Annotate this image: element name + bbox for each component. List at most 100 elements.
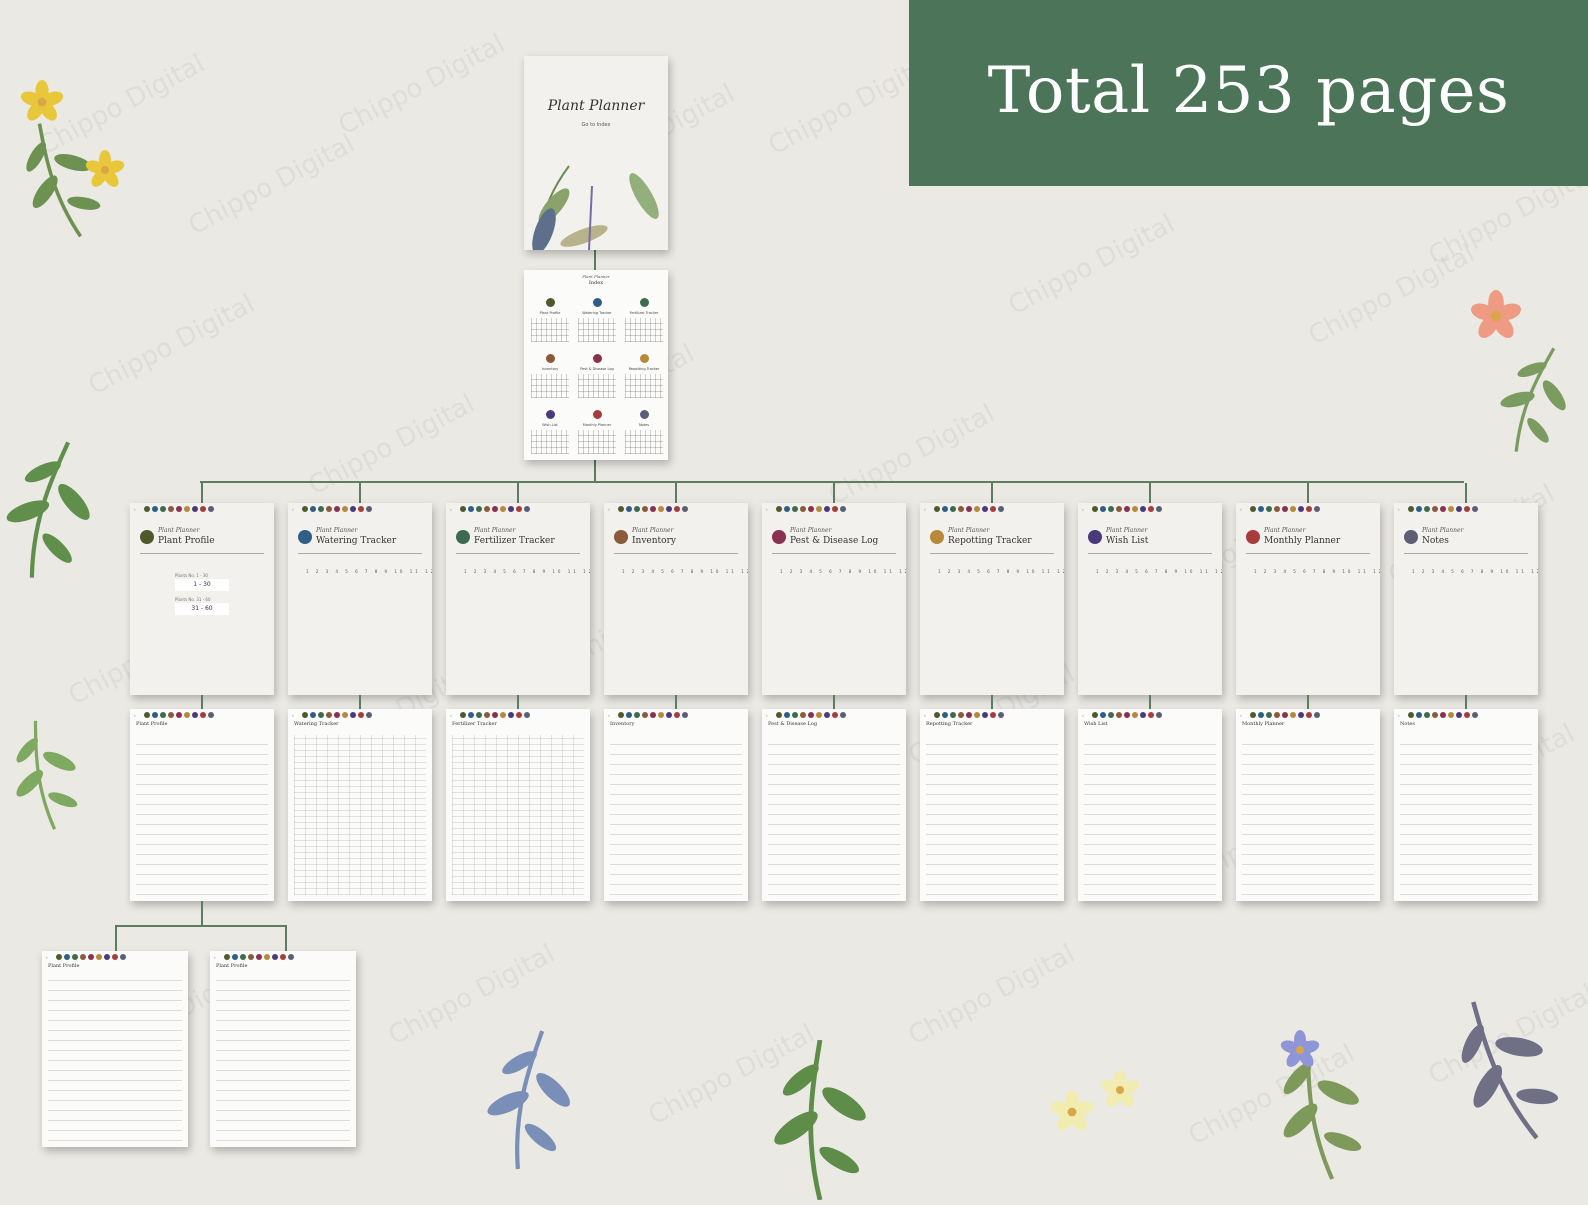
back-icon[interactable]: ‹ (450, 713, 452, 718)
nav-tab-notes-icon[interactable] (839, 712, 846, 718)
cover-subtitle[interactable]: Go to Index (524, 122, 668, 128)
month-links[interactable]: 1 2 3 4 5 6 7 8 9 10 11 12 (1096, 569, 1222, 574)
nav-tab-fertilizer-icon[interactable] (1107, 712, 1114, 718)
nav-tab-heart-icon[interactable] (981, 712, 988, 718)
back-icon[interactable]: ‹ (766, 507, 768, 512)
nav-tab-leaf-icon[interactable] (459, 712, 466, 718)
nav-tab-heart-icon[interactable] (1297, 506, 1304, 512)
nav-tab-heart-icon[interactable] (271, 954, 278, 960)
nav-tab-pot-icon[interactable] (499, 506, 506, 512)
nav-tab-inventory-icon[interactable] (1115, 506, 1122, 512)
nav-tab-calendar-icon[interactable] (357, 506, 364, 512)
nav-tab-water-drop-icon[interactable] (1415, 712, 1422, 718)
section-divider-page[interactable]: ‹ Plant Planner Fertilizer Tracker 1 2 3 4 … (446, 503, 590, 695)
nav-tab-notes-icon[interactable] (681, 506, 688, 512)
index-link-inventory[interactable]: Inventory (528, 348, 572, 400)
nav-tab-pot-icon[interactable] (1289, 712, 1296, 718)
nav-tab-water-drop-icon[interactable] (467, 712, 474, 718)
profile-detail-page[interactable]: ‹ Plant Profile (42, 951, 188, 1147)
nav-tab-heart-icon[interactable] (1139, 712, 1146, 718)
nav-tab-notes-icon[interactable] (1471, 712, 1478, 718)
nav-tab-pot-icon[interactable] (341, 506, 348, 512)
nav-tab-water-drop-icon[interactable] (1099, 506, 1106, 512)
nav-tab-bug-icon[interactable] (965, 712, 972, 718)
nav-tab-water-drop-icon[interactable] (625, 712, 632, 718)
nav-tab-pot-icon[interactable] (341, 712, 348, 718)
nav-tab-bug-icon[interactable] (649, 712, 656, 718)
nav-tab-bug-icon[interactable] (255, 954, 262, 960)
nav-tab-pot-icon[interactable] (973, 712, 980, 718)
form-grid[interactable] (216, 977, 350, 1141)
section-divider-page[interactable]: ‹ Plant Planner Wish List 1 2 3 4 5 6 7 8 9… (1078, 503, 1222, 695)
back-icon[interactable]: ‹ (608, 507, 610, 512)
back-icon[interactable]: ‹ (134, 507, 136, 512)
section-divider-page[interactable]: ‹ Plant Planner Repotting Tracker 1 2 3 4 5… (920, 503, 1064, 695)
table-grid[interactable] (1400, 735, 1532, 895)
nav-tab-fertilizer-icon[interactable] (633, 506, 640, 512)
nav-tab-heart-icon[interactable] (665, 712, 672, 718)
back-icon[interactable]: ‹ (292, 507, 294, 512)
nav-tab-pot-icon[interactable] (815, 506, 822, 512)
nav-tab-water-drop-icon[interactable] (309, 506, 316, 512)
nav-tab-leaf-icon[interactable] (617, 712, 624, 718)
nav-tab-water-drop-icon[interactable] (467, 506, 474, 512)
nav-tab-inventory-icon[interactable] (1273, 506, 1280, 512)
nav-tab-inventory-icon[interactable] (1273, 712, 1280, 718)
nav-tab-inventory-icon[interactable] (483, 506, 490, 512)
nav-tab-heart-icon[interactable] (349, 506, 356, 512)
back-icon[interactable]: ‹ (608, 713, 610, 718)
index-link-water-drop[interactable]: Watering Tracker (575, 292, 619, 344)
section-detail-page[interactable]: ‹ Fertilizer Tracker (446, 709, 590, 901)
nav-tab-calendar-icon[interactable] (1305, 506, 1312, 512)
nav-tab-leaf-icon[interactable] (223, 954, 230, 960)
nav-tab-inventory-icon[interactable] (1115, 712, 1122, 718)
nav-tab-calendar-icon[interactable] (831, 506, 838, 512)
nav-tab-calendar-icon[interactable] (1463, 712, 1470, 718)
nav-tab-heart-icon[interactable] (507, 506, 514, 512)
back-icon[interactable]: ‹ (46, 955, 48, 960)
nav-tab-pot-icon[interactable] (657, 506, 664, 512)
nav-tab-notes-icon[interactable] (997, 712, 1004, 718)
month-links[interactable]: 1 2 3 4 5 6 7 8 9 10 11 12 (938, 569, 1064, 574)
back-icon[interactable]: ‹ (1240, 713, 1242, 718)
nav-tab-notes-icon[interactable] (1313, 712, 1320, 718)
nav-tab-calendar-icon[interactable] (111, 954, 118, 960)
nav-tab-bug-icon[interactable] (1123, 506, 1130, 512)
nav-tab-fertilizer-icon[interactable] (317, 712, 324, 718)
nav-tab-leaf-icon[interactable] (933, 712, 940, 718)
nav-tab-heart-icon[interactable] (1139, 506, 1146, 512)
nav-tab-notes-icon[interactable] (365, 712, 372, 718)
section-detail-page[interactable]: ‹ Plant Profile (130, 709, 274, 901)
table-grid[interactable] (294, 735, 426, 895)
table-grid[interactable] (610, 735, 742, 895)
nav-tab-calendar-icon[interactable] (279, 954, 286, 960)
back-icon[interactable]: ‹ (1398, 507, 1400, 512)
range-link[interactable]: 31 - 60 (175, 603, 229, 615)
nav-tab-leaf-icon[interactable] (1249, 712, 1256, 718)
nav-tab-pot-icon[interactable] (1131, 712, 1138, 718)
table-grid[interactable] (452, 735, 584, 895)
section-divider-page[interactable]: ‹ Plant Planner Plant Profile Plants No. 1 … (130, 503, 274, 695)
table-grid[interactable] (926, 735, 1058, 895)
nav-tab-water-drop-icon[interactable] (783, 712, 790, 718)
index-link-bug[interactable]: Pest & Disease Log (575, 348, 619, 400)
nav-tab-water-drop-icon[interactable] (1257, 712, 1264, 718)
back-icon[interactable]: ‹ (766, 713, 768, 718)
nav-tab-fertilizer-icon[interactable] (1265, 712, 1272, 718)
nav-tab-leaf-icon[interactable] (301, 506, 308, 512)
nav-tab-fertilizer-icon[interactable] (475, 506, 482, 512)
nav-tab-heart-icon[interactable] (191, 712, 198, 718)
nav-tab-notes-icon[interactable] (1313, 506, 1320, 512)
nav-tab-heart-icon[interactable] (981, 506, 988, 512)
nav-tab-fertilizer-icon[interactable] (949, 506, 956, 512)
nav-tab-calendar-icon[interactable] (989, 506, 996, 512)
nav-tab-leaf-icon[interactable] (617, 506, 624, 512)
nav-tab-leaf-icon[interactable] (459, 506, 466, 512)
nav-tab-heart-icon[interactable] (507, 712, 514, 718)
back-icon[interactable]: ‹ (1082, 713, 1084, 718)
nav-tab-fertilizer-icon[interactable] (159, 506, 166, 512)
nav-tab-leaf-icon[interactable] (1249, 506, 1256, 512)
nav-tab-pot-icon[interactable] (657, 712, 664, 718)
nav-tab-calendar-icon[interactable] (673, 506, 680, 512)
nav-tab-calendar-icon[interactable] (831, 712, 838, 718)
